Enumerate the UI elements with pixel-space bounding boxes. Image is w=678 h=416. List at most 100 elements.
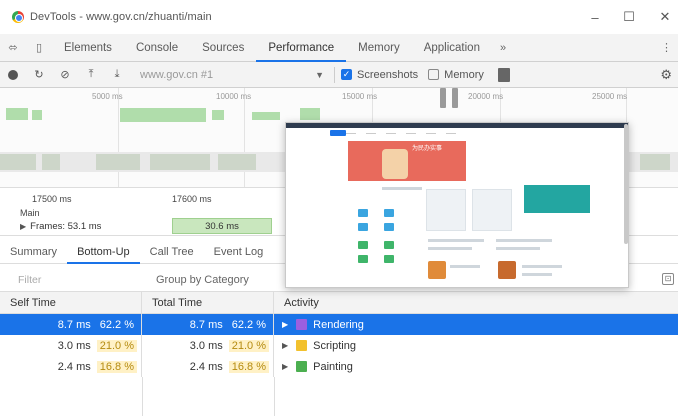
tab-application[interactable]: Application (412, 34, 492, 62)
window-title: DevTools - www.gov.cn/zhuanti/main (30, 11, 212, 23)
record-icon (8, 69, 18, 80)
total-pct: 62.2 % (228, 318, 269, 331)
close-icon[interactable]: ✕ (652, 8, 678, 26)
self-ms: 8.7 ms (57, 318, 91, 331)
group-by-select[interactable]: Group by Category (156, 274, 249, 286)
main-track-label: Main (20, 208, 40, 218)
memory-label: Memory (444, 68, 484, 81)
save-profile-icon[interactable]: ⤓ (104, 62, 130, 88)
tab-sources[interactable]: Sources (190, 34, 256, 62)
table-row[interactable]: 8.7 ms 62.2 % 8.7 ms 62.2 % ▶ Rendering (0, 314, 678, 335)
garbage-collect-icon[interactable] (497, 67, 510, 82)
activity-label: Painting (313, 360, 353, 373)
activity-cell: ▶ Painting (274, 356, 678, 377)
tab-console[interactable]: Console (124, 34, 190, 62)
kebab-menu-icon[interactable]: ⋮ (661, 34, 672, 62)
tab-summary[interactable]: Summary (0, 240, 67, 264)
overview-tick: 10000 ms (216, 92, 252, 101)
total-ms: 8.7 ms (189, 318, 223, 331)
total-pct: 21.0 % (228, 339, 269, 352)
tab-bottom-up[interactable]: Bottom-Up (67, 240, 140, 264)
more-tabs-icon[interactable]: » (492, 42, 514, 54)
column-self-time[interactable]: Self Time (0, 292, 142, 314)
checkbox-checked-icon: ✓ (341, 69, 352, 80)
overview-tick: 25000 ms (592, 92, 628, 101)
frames-track[interactable]: ▶ Frames: 53.1 ms (20, 221, 101, 232)
expand-arrow-icon[interactable]: ▶ (282, 362, 288, 371)
column-divider (274, 377, 275, 416)
tab-elements[interactable]: Elements (52, 34, 124, 62)
total-time-cell: 3.0 ms 21.0 % (142, 335, 274, 356)
total-ms: 3.0 ms (189, 339, 223, 352)
preview-hero-text: 为民办实事 (412, 146, 443, 152)
range-handle-right[interactable] (452, 88, 458, 108)
preview-scrollbar[interactable] (624, 124, 628, 244)
checkbox-icon (428, 69, 440, 80)
table-row[interactable]: 2.4 ms 16.8 % 2.4 ms 16.8 % ▶ Painting (0, 356, 678, 377)
timeline-tick: 17600 ms (172, 194, 212, 204)
category-swatch (296, 340, 308, 351)
self-pct: 16.8 % (96, 360, 137, 373)
screenshots-label: Screenshots (357, 68, 419, 81)
chevron-down-icon: ▼ (315, 69, 324, 80)
category-swatch (296, 319, 308, 330)
self-pct: 21.0 % (96, 339, 137, 352)
gear-icon[interactable]: ⚙ (660, 67, 672, 83)
frame-block[interactable]: 30.6 ms (172, 218, 272, 234)
screenshot-preview: —— —— —— —— —— —— 为民办实事 (285, 122, 629, 288)
self-ms: 3.0 ms (57, 339, 91, 352)
column-divider (142, 377, 143, 416)
bottom-up-header: Self Time Total Time Activity (0, 292, 678, 314)
column-activity[interactable]: Activity (274, 292, 678, 314)
total-pct: 16.8 % (228, 360, 269, 373)
reload-record-icon[interactable]: ↻ (26, 62, 52, 88)
self-ms: 2.4 ms (57, 360, 91, 373)
range-handle-left[interactable] (440, 88, 446, 108)
expand-arrow-icon[interactable]: ▶ (282, 341, 288, 350)
activity-label: Rendering (313, 318, 364, 331)
record-button[interactable] (0, 62, 26, 88)
tab-memory[interactable]: Memory (346, 34, 412, 62)
overview-tick: 5000 ms (92, 92, 123, 101)
self-pct: 62.2 % (96, 318, 137, 331)
total-time-cell: 2.4 ms 16.8 % (142, 356, 274, 377)
filter-input[interactable]: Filter (18, 274, 138, 286)
expand-arrow-icon: ▶ (20, 222, 27, 231)
clear-icon[interactable]: ⊘ (52, 62, 78, 88)
timeline-tick: 17500 ms (32, 194, 72, 204)
minimize-icon[interactable]: – (582, 8, 608, 26)
device-toolbar-icon[interactable]: ▯ (26, 34, 52, 62)
activity-label: Scripting (313, 339, 356, 352)
activity-cell: ▶ Rendering (274, 314, 678, 335)
frames-label: Frames: 53.1 ms (30, 221, 102, 232)
inspect-element-icon[interactable]: ⬄ (0, 34, 26, 62)
recording-select[interactable]: www.gov.cn #1 ▼ (140, 66, 328, 84)
collapse-panel-icon[interactable]: ⊡ (662, 273, 674, 285)
memory-checkbox[interactable]: Memory (428, 69, 484, 81)
self-time-cell: 3.0 ms 21.0 % (0, 335, 142, 356)
total-time-cell: 8.7 ms 62.2 % (142, 314, 274, 335)
window-titlebar: DevTools - www.gov.cn/zhuanti/main – ☐ ✕ (0, 0, 678, 34)
tab-performance[interactable]: Performance (256, 34, 347, 62)
recording-select-value: www.gov.cn #1 (140, 68, 214, 81)
self-time-cell: 2.4 ms 16.8 % (0, 356, 142, 377)
panel-tabbar: ⬄ ▯ Elements Console Sources Performance… (0, 34, 678, 62)
total-ms: 2.4 ms (189, 360, 223, 373)
overview-tick: 20000 ms (468, 92, 504, 101)
performance-toolbar: ↻ ⊘ ⤒ ⤓ www.gov.cn #1 ▼ ✓ Screenshots Me… (0, 62, 678, 88)
overview-tick: 15000 ms (342, 92, 378, 101)
activity-cell: ▶ Scripting (274, 335, 678, 356)
toolbar-divider (334, 66, 335, 83)
table-row[interactable]: 3.0 ms 21.0 % 3.0 ms 21.0 % ▶ Scripting (0, 335, 678, 356)
load-profile-icon[interactable]: ⤒ (78, 62, 104, 88)
maximize-icon[interactable]: ☐ (616, 8, 642, 26)
expand-arrow-icon[interactable]: ▶ (282, 320, 288, 329)
preview-teal-card (524, 185, 590, 213)
tab-event-log[interactable]: Event Log (204, 240, 274, 264)
column-total-time[interactable]: Total Time (142, 292, 274, 314)
screenshots-checkbox[interactable]: ✓ Screenshots (341, 69, 418, 81)
tab-call-tree[interactable]: Call Tree (140, 240, 204, 264)
self-time-cell: 8.7 ms 62.2 % (0, 314, 142, 335)
category-swatch (296, 361, 308, 372)
bottom-up-table: 8.7 ms 62.2 % 8.7 ms 62.2 % ▶ Rendering … (0, 314, 678, 416)
